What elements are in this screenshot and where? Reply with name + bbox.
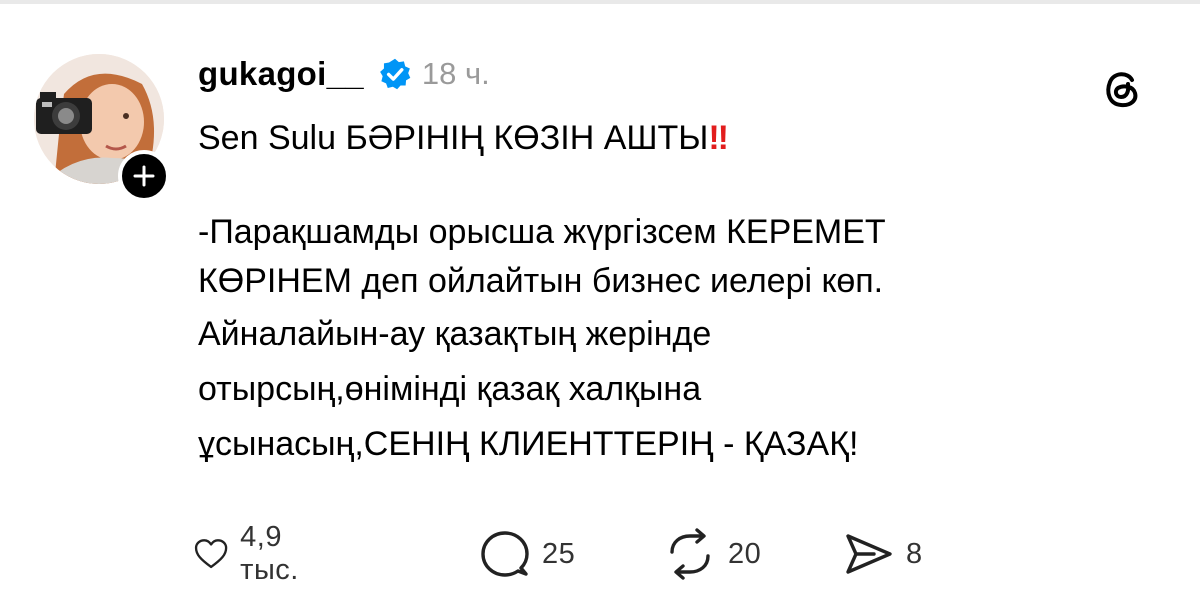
avatar-area[interactable] <box>34 54 174 202</box>
post-time[interactable]: 18 ч. <box>422 56 490 92</box>
paragraph-line: Айналайын-ау қазақтың жерінде <box>198 315 712 353</box>
paragraph-line: КӨРІНЕМ деп ойлайтын бизнес иелері көп. <box>198 262 884 300</box>
paragraph-line: отырсың,өнімінді қазақ халқына <box>198 370 702 408</box>
paragraph-line: ұсынасың,СЕНІҢ КЛИЕНТТЕРІҢ - ҚАЗАҚ! <box>198 425 859 463</box>
username[interactable]: gukagoi__ <box>198 55 364 93</box>
threads-logo-icon[interactable] <box>1100 66 1144 110</box>
comment-button[interactable]: 25 <box>480 524 575 584</box>
follow-plus-icon[interactable] <box>118 150 170 202</box>
repost-icon <box>670 528 710 580</box>
post-text-main: Sen Sulu БӘРІНІҢ КӨЗІН АШТЫ <box>198 119 709 157</box>
share-count: 8 <box>906 537 923 570</box>
paragraph-line: -Парақшамды орысша жүргізсем КЕРЕМЕТ <box>198 213 886 251</box>
double-exclamation-emoji: ‼ <box>708 119 728 157</box>
comment-icon <box>481 531 529 577</box>
post-paragraph: -Парақшамды орысша жүргізсем КЕРЕМЕТ КӨР… <box>198 208 1148 469</box>
like-button[interactable]: 4,9 тыс. <box>194 521 315 586</box>
top-divider <box>0 0 1200 4</box>
share-icon <box>846 534 892 574</box>
like-count: 4,9 тыс. <box>240 521 299 586</box>
verified-badge-icon <box>380 58 411 90</box>
repost-button[interactable]: 20 <box>664 524 761 584</box>
post-header: gukagoi__ 18 ч. <box>198 52 490 96</box>
post-text-line1: Sen Sulu БӘРІНІҢ КӨЗІН АШТЫ‼ <box>198 118 1148 158</box>
comment-count: 25 <box>542 537 576 570</box>
heart-icon <box>194 539 228 569</box>
repost-count: 20 <box>728 537 762 570</box>
share-button[interactable]: 8 <box>844 524 923 584</box>
